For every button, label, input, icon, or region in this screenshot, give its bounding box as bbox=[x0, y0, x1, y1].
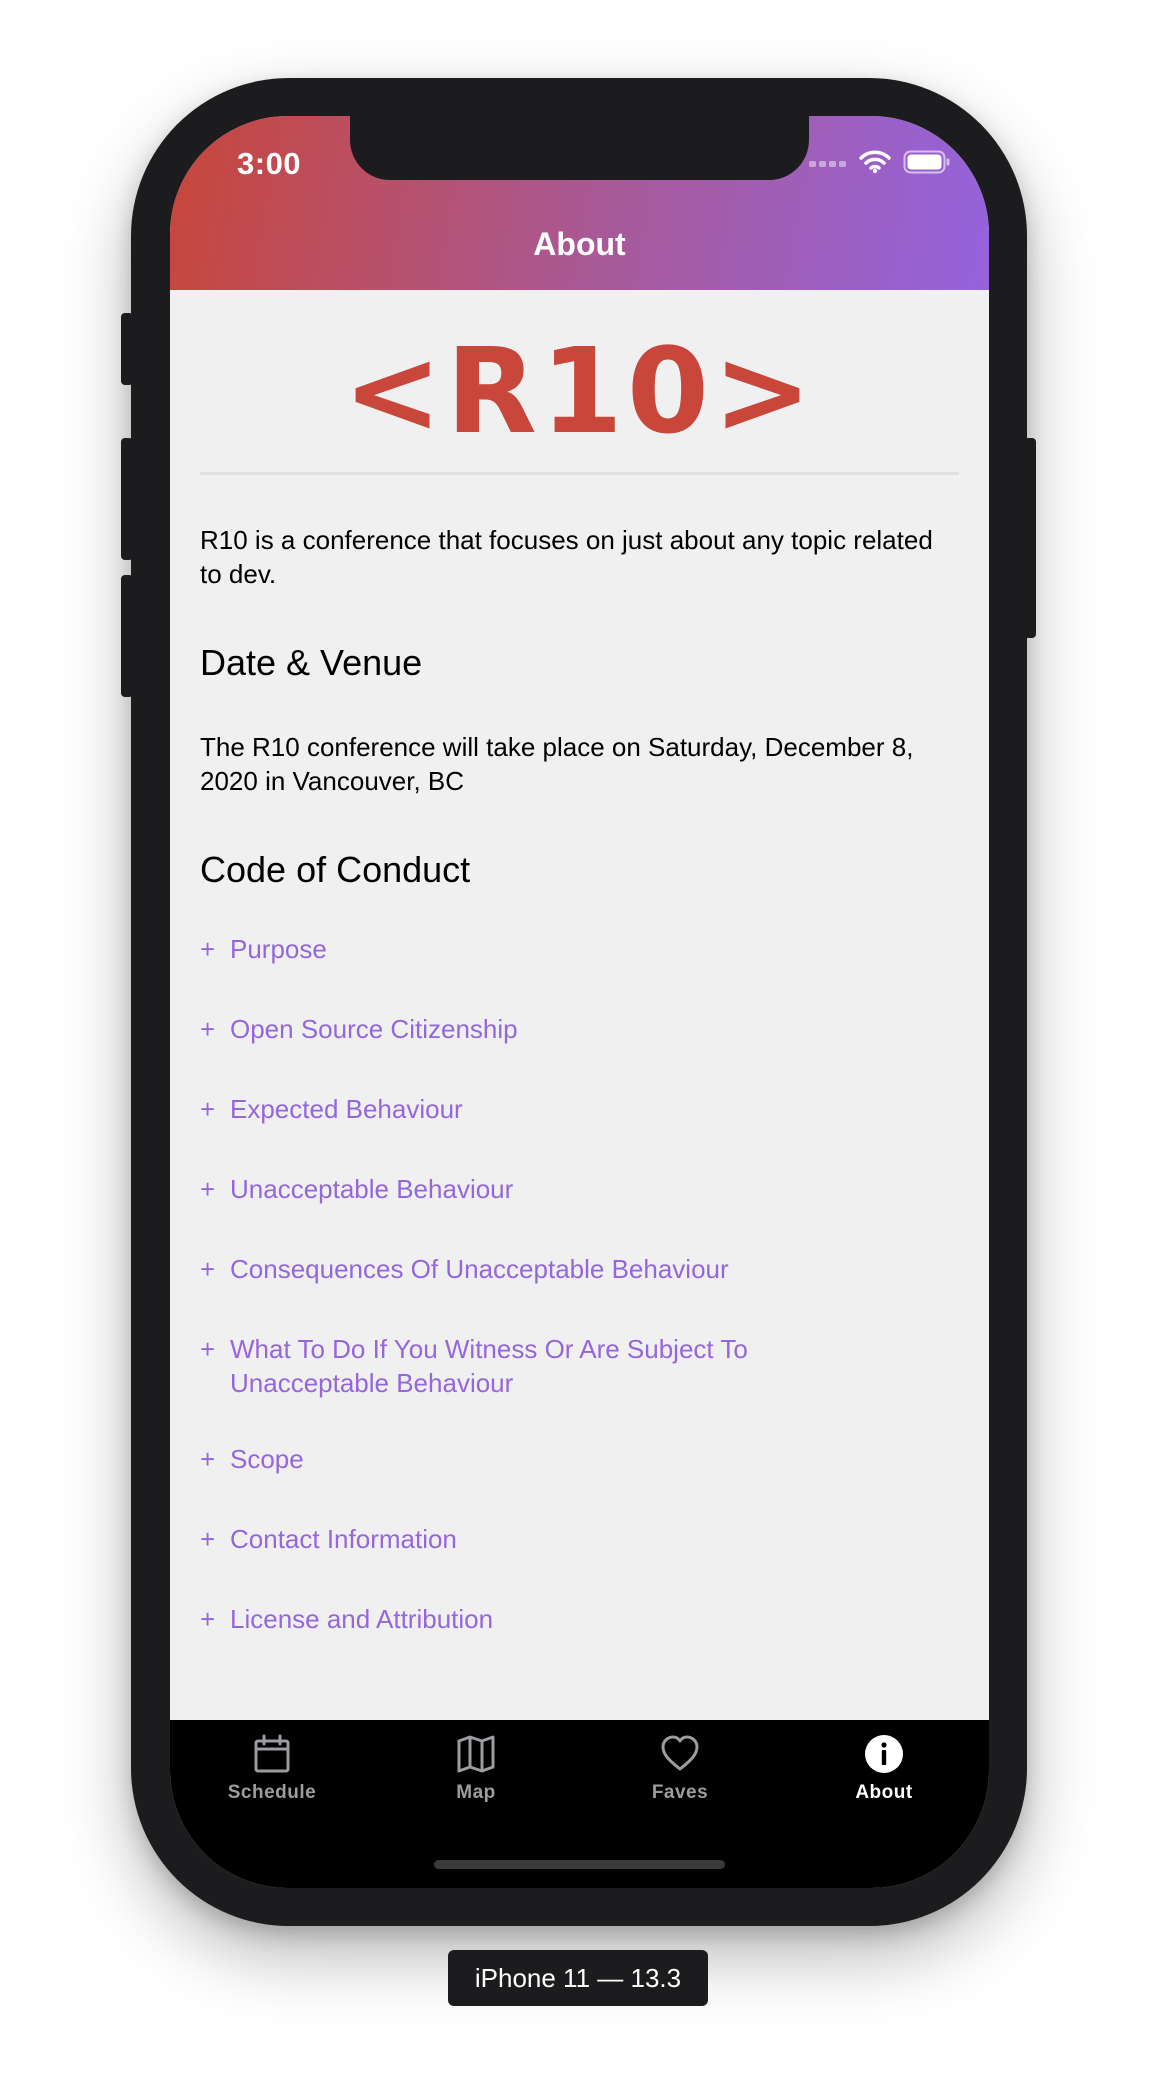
expand-icon: + bbox=[200, 1334, 216, 1364]
tab-bar: Schedule Map Faves About bbox=[170, 1720, 989, 1888]
coc-item-label: License and Attribution bbox=[230, 1604, 494, 1634]
coc-item-label: Consequences Of Unacceptable Behaviour bbox=[230, 1254, 729, 1284]
expand-icon: + bbox=[200, 1254, 216, 1284]
calendar-icon bbox=[254, 1734, 290, 1773]
device-label: iPhone 11 — 13.3 bbox=[448, 1950, 708, 2006]
wifi-icon bbox=[859, 150, 891, 174]
tab-label: Map bbox=[456, 1782, 496, 1803]
tab-schedule[interactable]: Schedule bbox=[170, 1720, 374, 1830]
tab-map[interactable]: Map bbox=[374, 1720, 578, 1830]
coc-item-label: What To Do If You Witness Or Are Subject… bbox=[230, 1334, 748, 1398]
tab-label: Faves bbox=[651, 1782, 709, 1803]
power-button bbox=[1024, 438, 1036, 638]
date-venue-text: The R10 conference will take place on Sa… bbox=[200, 732, 914, 796]
code-of-conduct-list: + Purpose + Open Source Citizenship + Expec… bbox=[200, 932, 959, 1636]
home-indicator bbox=[434, 1860, 725, 1869]
notch bbox=[350, 116, 809, 180]
coc-item-license-attribution[interactable]: + License and Attribution bbox=[200, 1602, 959, 1636]
coc-item-expected-behaviour[interactable]: + Expected Behaviour bbox=[200, 1092, 959, 1126]
divider bbox=[200, 472, 959, 475]
coc-item-label: Contact Information bbox=[230, 1524, 457, 1554]
coc-item-consequences[interactable]: + Consequences Of Unacceptable Behaviour bbox=[200, 1252, 959, 1286]
coc-item-label: Purpose bbox=[230, 934, 327, 964]
coc-item-label: Unacceptable Behaviour bbox=[230, 1174, 514, 1204]
coc-item-label: Expected Behaviour bbox=[230, 1094, 463, 1124]
expand-icon: + bbox=[200, 1604, 216, 1634]
info-icon bbox=[865, 1735, 903, 1773]
coc-item-label: Scope bbox=[230, 1444, 304, 1474]
heart-icon bbox=[661, 1735, 699, 1771]
coc-item-scope[interactable]: + Scope bbox=[200, 1442, 959, 1476]
expand-icon: + bbox=[200, 1524, 216, 1554]
intro-text: R10 is a conference that focuses on just… bbox=[200, 525, 933, 589]
about-content: <R10> R10 is a conference that focuses o… bbox=[200, 290, 959, 1682]
coc-item-unacceptable-behaviour[interactable]: + Unacceptable Behaviour bbox=[200, 1172, 959, 1206]
page-title: About bbox=[533, 226, 626, 262]
expand-icon: + bbox=[200, 1174, 216, 1204]
tab-about[interactable]: About bbox=[782, 1720, 986, 1830]
coc-item-what-to-do[interactable]: + What To Do If You Witness Or Are Subjec… bbox=[200, 1332, 959, 1400]
nav-header: 3:00 About bbox=[170, 116, 989, 290]
status-time: 3:00 bbox=[237, 146, 302, 181]
mute-switch bbox=[121, 313, 133, 385]
coc-item-contact-information[interactable]: + Contact Information bbox=[200, 1522, 959, 1556]
expand-icon: + bbox=[200, 1014, 216, 1044]
status-icons bbox=[809, 150, 951, 174]
date-venue-heading: Date & Venue bbox=[200, 642, 423, 683]
screen: 3:00 About <R10> R10 is a conference tha… bbox=[170, 116, 989, 1888]
coc-item-purpose[interactable]: + Purpose bbox=[200, 932, 959, 966]
map-icon bbox=[457, 1735, 495, 1773]
code-of-conduct-heading: Code of Conduct bbox=[200, 849, 471, 890]
r10-logo: <R10> bbox=[343, 322, 816, 460]
coc-item-open-source-citizenship[interactable]: + Open Source Citizenship bbox=[200, 1012, 959, 1046]
tab-faves[interactable]: Faves bbox=[578, 1720, 782, 1830]
expand-icon: + bbox=[200, 934, 216, 964]
expand-icon: + bbox=[200, 1444, 216, 1474]
tab-label: About bbox=[855, 1782, 913, 1803]
cellular-signal-icon bbox=[809, 161, 846, 167]
battery-icon bbox=[903, 150, 950, 174]
coc-item-label: Open Source Citizenship bbox=[230, 1014, 518, 1044]
volume-up-button bbox=[121, 438, 133, 560]
expand-icon: + bbox=[200, 1094, 216, 1124]
volume-down-button bbox=[121, 575, 133, 697]
tab-label: Schedule bbox=[227, 1782, 317, 1803]
